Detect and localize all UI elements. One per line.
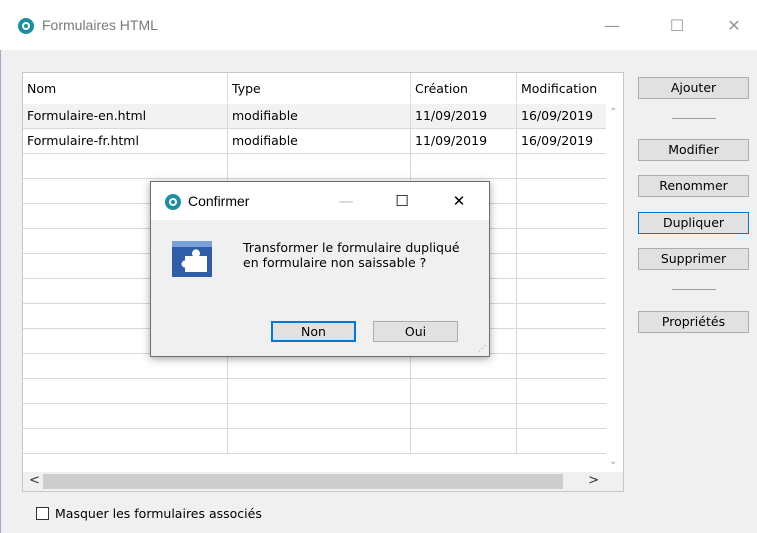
empty-cell xyxy=(411,429,517,453)
empty-cell xyxy=(517,154,606,178)
main-window: Formulaires HTML — ☐ ✕ Nom Type Création… xyxy=(0,0,757,533)
dialog-message: Transformer le formulaire dupliqué en fo… xyxy=(243,240,483,270)
confirm-dialog: Confirmer — ☐ ✕ Transformer le formulair… xyxy=(150,181,490,357)
column-header-modification[interactable]: Modification xyxy=(517,73,606,103)
column-header-type[interactable]: Type xyxy=(228,73,411,103)
properties-button[interactable]: Propriétés xyxy=(638,311,749,333)
empty-cell xyxy=(228,404,411,428)
empty-cell xyxy=(23,354,228,378)
dialog-logo-icon xyxy=(165,194,181,210)
scroll-left-icon[interactable]: < xyxy=(29,473,40,488)
empty-cell xyxy=(517,179,606,203)
empty-cell xyxy=(23,404,228,428)
table-row-empty xyxy=(23,379,606,404)
empty-cell xyxy=(411,404,517,428)
maximize-button[interactable]: ☐ xyxy=(662,14,692,38)
cell-nom: Formulaire-fr.html xyxy=(23,129,228,153)
empty-cell xyxy=(517,404,606,428)
empty-cell xyxy=(228,154,411,178)
window-border xyxy=(0,50,1,533)
vertical-scrollbar[interactable]: ⌃ ⌄ xyxy=(606,103,623,471)
dialog-title-bar: Confirmer — ☐ ✕ xyxy=(151,182,489,220)
table-row[interactable]: Formulaire-en.html modifiable 11/09/2019… xyxy=(23,104,606,129)
empty-cell xyxy=(517,354,606,378)
empty-cell xyxy=(228,379,411,403)
separator xyxy=(672,289,716,290)
table-row-empty xyxy=(23,354,606,379)
modify-button[interactable]: Modifier xyxy=(638,139,749,161)
dialog-close-button[interactable]: ✕ xyxy=(446,190,472,212)
scroll-down-icon[interactable]: ⌄ xyxy=(609,456,617,467)
hide-associated-checkbox[interactable] xyxy=(36,507,49,520)
hide-associated-label[interactable]: Masquer les formulaires associés xyxy=(55,506,262,521)
rename-button[interactable]: Renommer xyxy=(638,175,749,197)
table-row-empty xyxy=(23,154,606,179)
empty-cell xyxy=(517,304,606,328)
title-bar: Formulaires HTML — ☐ ✕ xyxy=(0,0,757,50)
cell-creation: 11/09/2019 xyxy=(411,129,517,153)
minimize-button[interactable]: — xyxy=(597,14,627,38)
cell-modification: 16/09/2019 xyxy=(521,108,594,123)
empty-cell xyxy=(411,379,517,403)
cell-creation: 11/09/2019 xyxy=(411,104,517,128)
no-button[interactable]: Non xyxy=(271,321,356,342)
cell-nom: Formulaire-en.html xyxy=(23,104,228,128)
empty-cell xyxy=(411,154,517,178)
cell-type: modifiable xyxy=(228,104,411,128)
column-header-nom[interactable]: Nom xyxy=(23,73,228,103)
close-button[interactable]: ✕ xyxy=(719,14,749,38)
separator xyxy=(672,118,716,119)
resize-grip-icon[interactable]: ⋰ xyxy=(478,345,486,353)
empty-cell xyxy=(517,429,606,453)
dialog-title: Confirmer xyxy=(188,193,250,209)
empty-cell xyxy=(517,329,606,353)
window-title: Formulaires HTML xyxy=(42,17,158,33)
add-button[interactable]: Ajouter xyxy=(638,77,749,99)
table-row-empty xyxy=(23,429,606,454)
scroll-up-icon[interactable]: ⌃ xyxy=(609,107,617,118)
empty-cell xyxy=(23,429,228,453)
empty-cell xyxy=(517,204,606,228)
horizontal-scroll-thumb[interactable] xyxy=(43,474,563,489)
table-row-empty xyxy=(23,404,606,429)
cell-type: modifiable xyxy=(228,129,411,153)
yes-button[interactable]: Oui xyxy=(373,321,458,342)
dialog-minimize-button[interactable]: — xyxy=(333,190,359,212)
horizontal-scrollbar[interactable]: < > xyxy=(23,472,623,491)
cell-modification: 16/09/2019 xyxy=(521,133,594,148)
empty-cell xyxy=(517,254,606,278)
dialog-message-line2: en formulaire non saissable ? xyxy=(243,255,427,270)
table-row[interactable]: Formulaire-fr.html modifiable 11/09/2019… xyxy=(23,129,606,154)
empty-cell xyxy=(23,379,228,403)
empty-cell xyxy=(517,229,606,253)
empty-cell xyxy=(23,154,228,178)
empty-cell xyxy=(411,354,517,378)
puzzle-window-icon xyxy=(172,241,212,277)
scroll-right-icon[interactable]: > xyxy=(588,473,599,488)
empty-cell xyxy=(517,279,606,303)
empty-cell xyxy=(228,429,411,453)
app-logo-icon xyxy=(18,18,34,34)
empty-cell xyxy=(228,354,411,378)
duplicate-button[interactable]: Dupliquer xyxy=(638,212,749,234)
column-header-creation[interactable]: Création xyxy=(411,73,517,103)
empty-cell xyxy=(517,379,606,403)
delete-button[interactable]: Supprimer xyxy=(638,248,749,270)
dialog-message-line1: Transformer le formulaire dupliqué xyxy=(243,240,460,255)
dialog-maximize-button[interactable]: ☐ xyxy=(389,190,415,212)
